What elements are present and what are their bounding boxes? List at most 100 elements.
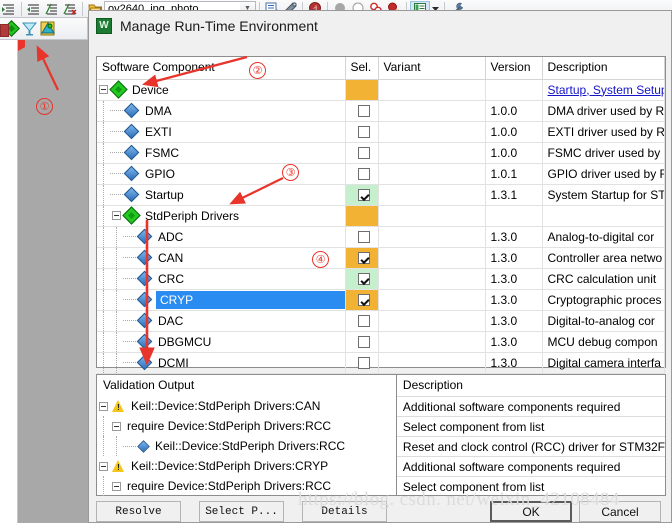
- component-name-cell[interactable]: CAN: [97, 247, 346, 269]
- variant-cell[interactable]: [378, 331, 486, 353]
- indent-decrease-icon[interactable]: [0, 1, 18, 17]
- variant-cell[interactable]: [378, 289, 486, 311]
- variant-cell[interactable]: [378, 163, 486, 185]
- indent-increase-icon[interactable]: [25, 1, 43, 17]
- uncomment-icon[interactable]: [61, 1, 79, 17]
- resolve-button[interactable]: Resolve: [96, 501, 181, 522]
- select-checkbox[interactable]: [358, 168, 370, 181]
- table-row[interactable]: ADC 1.3.0 Analog-to-digital cor: [97, 226, 665, 248]
- version-cell[interactable]: 1.3.0: [485, 331, 543, 353]
- component-label[interactable]: CRYP: [156, 290, 344, 309]
- version-cell[interactable]: 1.3.1: [485, 184, 543, 206]
- table-row[interactable]: GPIO 1.0.1 GPIO driver used by R: [97, 163, 665, 185]
- tree-expander[interactable]: [112, 481, 121, 491]
- select-checkbox[interactable]: [358, 273, 370, 286]
- variant-cell[interactable]: [378, 268, 486, 290]
- select-checkbox-cell[interactable]: [345, 289, 379, 311]
- col-header-version[interactable]: Version: [485, 57, 543, 80]
- component-label[interactable]: DMA: [145, 104, 172, 118]
- variant-cell[interactable]: [378, 226, 486, 248]
- component-name-cell[interactable]: DBGMCU: [97, 331, 346, 353]
- select-checkbox-cell[interactable]: [345, 247, 379, 269]
- validation-row[interactable]: Keil::Device:StdPeriph Drivers:RCC: [97, 436, 396, 456]
- component-label[interactable]: DAC: [158, 314, 183, 328]
- table-row[interactable]: DMA 1.0.0 DMA driver used by R: [97, 100, 665, 122]
- variant-cell[interactable]: [378, 184, 486, 206]
- component-label[interactable]: CRC: [158, 272, 184, 286]
- component-label[interactable]: CAN: [158, 251, 183, 265]
- table-row[interactable]: CAN 1.3.0 Controller area netwo: [97, 247, 665, 269]
- validation-description-list[interactable]: Description Additional software componen…: [396, 375, 665, 495]
- select-checkbox[interactable]: [358, 315, 370, 328]
- component-name-cell[interactable]: DCMI: [97, 352, 346, 374]
- table-row[interactable]: DBGMCU 1.3.0 MCU debug compon: [97, 331, 665, 353]
- tree-expander[interactable]: [99, 461, 108, 471]
- select-checkbox-cell[interactable]: [345, 331, 379, 353]
- select-checkbox-cell[interactable]: [345, 352, 379, 374]
- version-cell[interactable]: 1.3.0: [485, 310, 543, 332]
- ide-project-pane[interactable]: [18, 40, 88, 523]
- version-cell[interactable]: 1.3.0: [485, 247, 543, 269]
- component-name-cell[interactable]: CRYP: [97, 289, 346, 311]
- component-name-cell[interactable]: Startup: [97, 184, 346, 206]
- select-checkbox[interactable]: [358, 105, 370, 118]
- table-row[interactable]: Startup 1.3.1 System Startup for ST: [97, 184, 665, 206]
- col-header-sel[interactable]: Sel.: [345, 57, 379, 80]
- component-label[interactable]: Startup: [145, 188, 184, 202]
- component-label[interactable]: StdPeriph Drivers: [145, 209, 239, 223]
- pack-installer-icon[interactable]: [20, 21, 38, 37]
- tree-expander[interactable]: [99, 401, 108, 411]
- component-name-cell[interactable]: ADC: [97, 226, 346, 248]
- variant-cell[interactable]: [378, 352, 486, 374]
- select-checkbox[interactable]: [358, 336, 370, 349]
- component-label[interactable]: DCMI: [158, 356, 189, 370]
- variant-cell[interactable]: [378, 79, 486, 101]
- select-checkbox[interactable]: [358, 189, 370, 202]
- select-checkbox[interactable]: [358, 126, 370, 139]
- component-label[interactable]: FSMC: [145, 146, 179, 160]
- component-name-cell[interactable]: GPIO: [97, 163, 346, 185]
- component-name-cell[interactable]: DMA: [97, 100, 346, 122]
- variant-cell[interactable]: [378, 142, 486, 164]
- component-name-cell[interactable]: FSMC: [97, 142, 346, 164]
- ide-side-tab[interactable]: [0, 24, 9, 37]
- tree-expander[interactable]: [99, 85, 108, 94]
- version-cell[interactable]: 1.0.0: [485, 100, 543, 122]
- table-row[interactable]: CRYP 1.3.0 Cryptographic proces: [97, 289, 665, 311]
- select-checkbox[interactable]: [358, 357, 370, 370]
- select-checkbox[interactable]: [358, 147, 370, 160]
- table-row[interactable]: Device Startup, System Setup: [97, 79, 665, 101]
- version-cell[interactable]: 1.0.0: [485, 142, 543, 164]
- tree-expander[interactable]: [112, 211, 121, 220]
- component-label[interactable]: GPIO: [145, 167, 175, 181]
- validation-row[interactable]: require Device:StdPeriph Drivers:RCC: [97, 416, 396, 436]
- validation-tree[interactable]: Validation Output Keil::Device:StdPeriph…: [97, 375, 397, 496]
- variant-cell[interactable]: [378, 121, 486, 143]
- select-checkbox-cell[interactable]: [345, 100, 379, 122]
- select-checkbox[interactable]: [358, 294, 370, 307]
- select-checkbox-cell[interactable]: [345, 79, 379, 101]
- component-name-cell[interactable]: EXTI: [97, 121, 346, 143]
- table-row[interactable]: DCMI 1.3.0 Digital camera interfa: [97, 352, 665, 374]
- table-row[interactable]: StdPeriph Drivers: [97, 205, 665, 227]
- component-name-cell[interactable]: DAC: [97, 310, 346, 332]
- version-cell[interactable]: 1.3.0: [485, 268, 543, 290]
- version-cell[interactable]: 1.0.1: [485, 163, 543, 185]
- version-cell[interactable]: [485, 205, 543, 227]
- variant-cell[interactable]: [378, 205, 486, 227]
- select-checkbox-cell[interactable]: [345, 226, 379, 248]
- select-checkbox-cell[interactable]: [345, 184, 379, 206]
- table-row[interactable]: FSMC 1.0.0 FSMC driver used by: [97, 142, 665, 164]
- select-checkbox-cell[interactable]: [345, 121, 379, 143]
- component-label[interactable]: EXTI: [145, 125, 172, 139]
- select-checkbox-cell[interactable]: [345, 205, 379, 227]
- variant-cell[interactable]: [378, 310, 486, 332]
- select-checkbox-cell[interactable]: [345, 310, 379, 332]
- variant-cell[interactable]: [378, 247, 486, 269]
- col-header-description[interactable]: Description: [542, 57, 665, 80]
- software-component-table[interactable]: Software Component Sel. Variant Version …: [96, 56, 666, 374]
- description-link[interactable]: Startup, System Setup: [548, 83, 664, 97]
- table-row[interactable]: DAC 1.3.0 Digital-to-analog cor: [97, 310, 665, 332]
- validation-row[interactable]: Keil::Device:StdPeriph Drivers:CRYP: [97, 456, 396, 476]
- select-checkbox[interactable]: [358, 252, 370, 265]
